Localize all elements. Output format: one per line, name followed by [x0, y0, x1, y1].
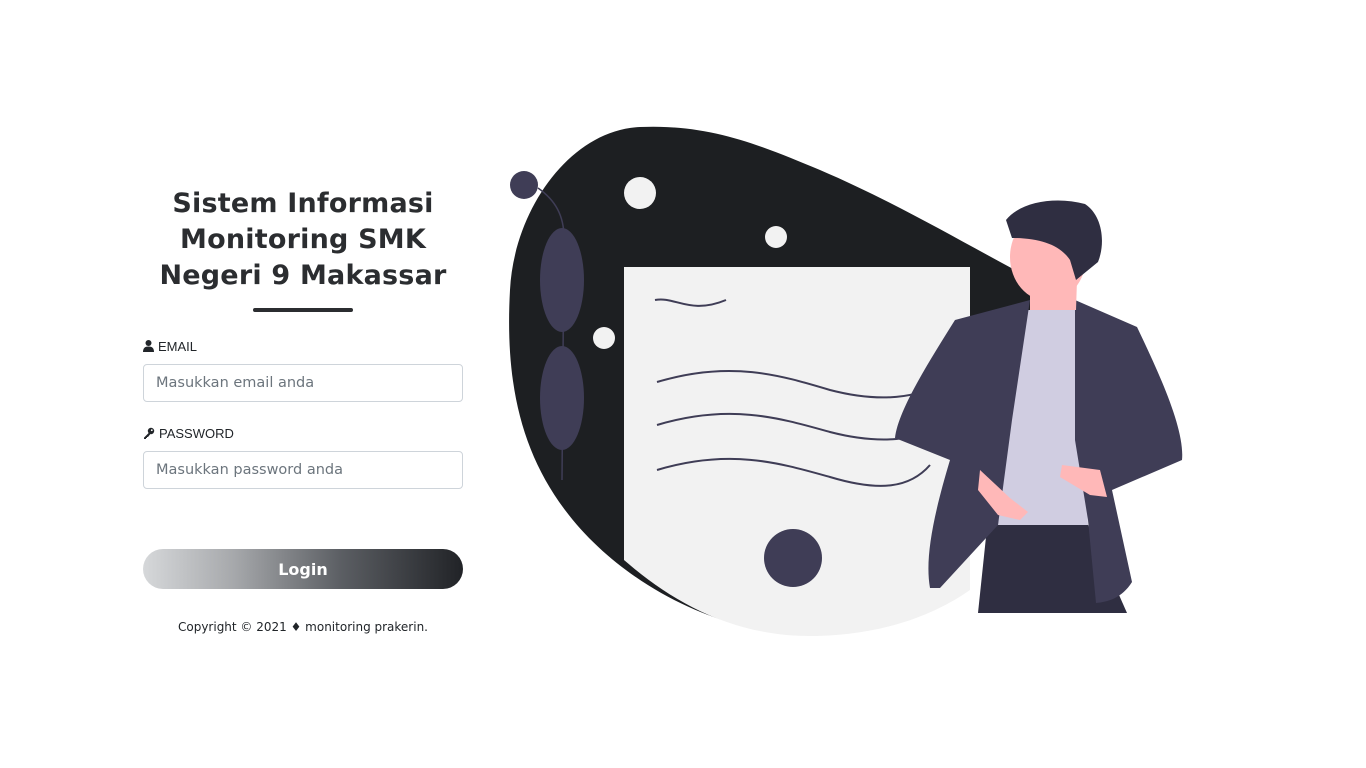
login-panel: Sistem Informasi Monitoring SMK Negeri 9…: [143, 186, 463, 634]
password-label: PASSWORD: [143, 425, 463, 441]
decor-circle-white-large: [624, 177, 656, 209]
login-button[interactable]: Login: [143, 549, 463, 589]
login-page: Sistem Informasi Monitoring SMK Negeri 9…: [0, 0, 1366, 768]
copyright-text: Copyright © 2021 ♦ monitoring prakerin.: [177, 620, 428, 634]
document-stamp: [764, 529, 822, 587]
password-field[interactable]: [143, 451, 463, 489]
key-icon: [143, 427, 155, 439]
decor-leaf-upper: [540, 228, 584, 332]
page-title: Sistem Informasi Monitoring SMK Negeri 9…: [143, 186, 463, 294]
decor-circle-white-left: [593, 327, 615, 349]
email-field[interactable]: [143, 364, 463, 402]
decor-circle-dark: [510, 171, 538, 199]
title-line-2: Monitoring SMK: [180, 224, 426, 255]
user-icon: [143, 340, 154, 352]
title-divider: [253, 308, 353, 312]
login-form: EMAIL PASSWORD Login: [143, 338, 463, 589]
decor-circle-white-small: [765, 226, 787, 248]
email-label: EMAIL: [143, 338, 463, 354]
title-line-3: Negeri 9 Makassar: [159, 260, 447, 291]
decor-leaf-lower: [540, 346, 584, 450]
title-line-1: Sistem Informasi: [172, 188, 434, 219]
man-with-document-illustration: [509, 126, 1183, 636]
password-label-text: PASSWORD: [159, 425, 234, 441]
email-label-text: EMAIL: [158, 338, 198, 354]
